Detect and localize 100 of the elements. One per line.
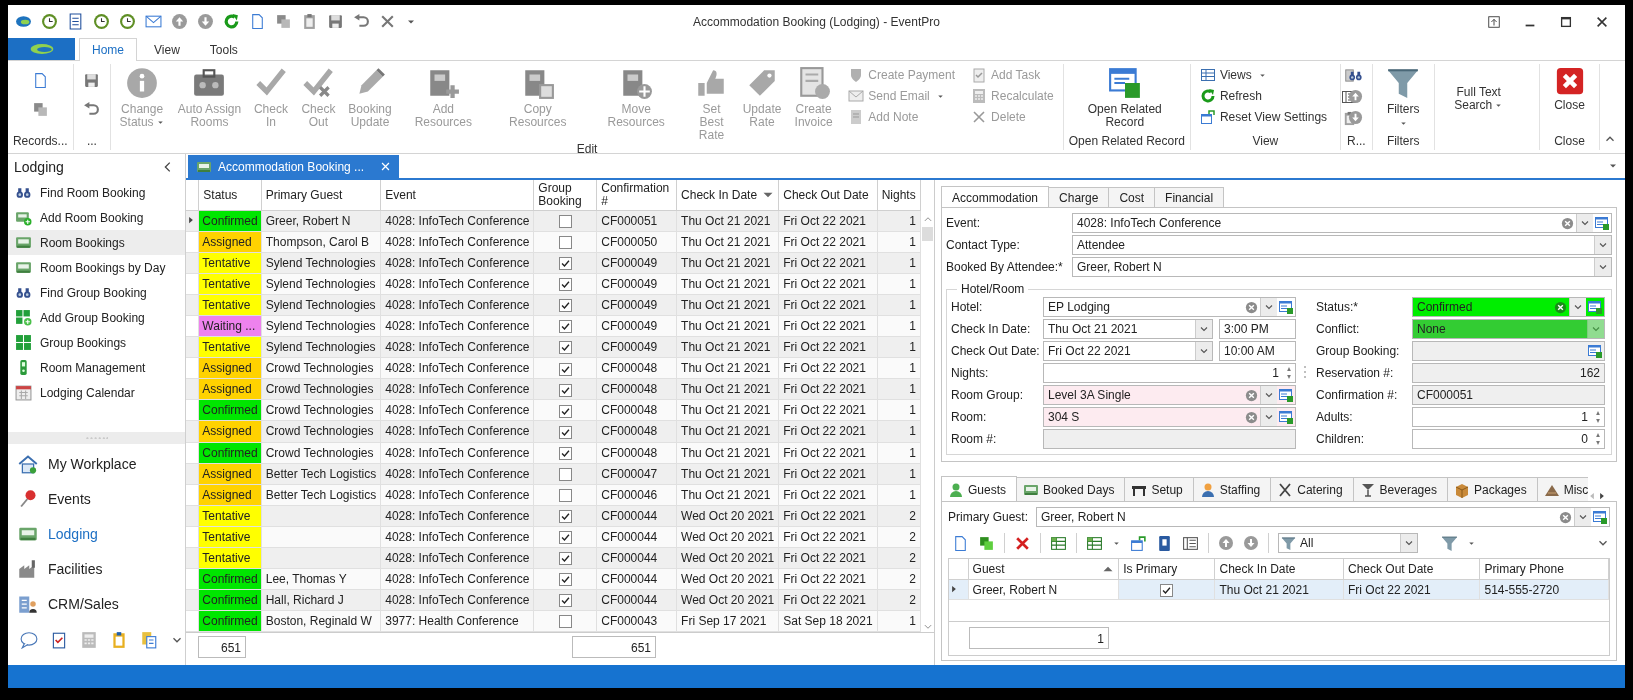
lookup-icon[interactable]	[1278, 409, 1294, 425]
checkbox[interactable]	[558, 467, 572, 481]
checkbox[interactable]	[558, 551, 572, 565]
column-header[interactable]: Check In Date	[676, 180, 779, 211]
column-header[interactable]: Primary Phone	[1480, 559, 1609, 580]
ribbon-button[interactable]: Filters	[1375, 66, 1431, 128]
ribbon-button[interactable]: Full Text Search	[1437, 66, 1520, 132]
logo-icon[interactable]	[15, 13, 32, 30]
copy-icon[interactable]	[978, 534, 995, 552]
tab[interactable]: Setup	[1124, 477, 1194, 501]
tab[interactable]: Packages	[1446, 477, 1538, 501]
clear-icon[interactable]	[1553, 299, 1568, 315]
input-field[interactable]: Greer, Robert N	[1072, 257, 1612, 277]
time-field[interactable]: 10:00 AM	[1219, 341, 1296, 361]
lookup-icon[interactable]	[1587, 299, 1603, 315]
navigation-item[interactable]: Lodging	[8, 516, 185, 551]
ribbon-tab[interactable]: Home	[79, 38, 137, 61]
input-field[interactable]: Greer, Robert N	[1036, 507, 1610, 527]
clear-icon[interactable]	[1558, 509, 1573, 525]
column-header[interactable]: Check Out Date	[1343, 559, 1480, 580]
documents-icon[interactable]	[140, 631, 158, 649]
checkbox[interactable]	[558, 446, 572, 460]
ribbon-button[interactable]: Open Related Record	[1066, 66, 1183, 129]
column-header[interactable]: Status	[198, 180, 262, 211]
input-field[interactable]: EP Lodging	[1043, 297, 1296, 317]
input-field[interactable]: Level 3A Single	[1043, 385, 1296, 405]
undo-icon[interactable]	[353, 13, 370, 30]
ribbon-button[interactable]: Refresh	[1197, 87, 1330, 105]
book-icon[interactable]	[1156, 534, 1173, 552]
application-button[interactable]	[8, 38, 75, 60]
checkbox[interactable]	[558, 278, 572, 292]
clipboard-icon[interactable]	[110, 631, 128, 649]
checkbox[interactable]	[558, 425, 572, 439]
input-field[interactable]: Confirmed	[1412, 297, 1605, 317]
checkbox[interactable]	[558, 257, 572, 271]
tab[interactable]: Misc	[1536, 477, 1589, 501]
checkbox[interactable]	[558, 488, 572, 502]
column-header[interactable]: Check In Date	[1215, 559, 1344, 580]
spin-arrows-icon[interactable]	[1593, 409, 1603, 425]
checkbox[interactable]	[558, 341, 572, 355]
column-header[interactable]: Confirmation #	[596, 180, 677, 211]
cross-icon[interactable]	[379, 13, 396, 30]
refresh-icon[interactable]	[223, 13, 240, 30]
tab[interactable]: Catering	[1270, 477, 1354, 501]
tab[interactable]: Staffing	[1192, 477, 1272, 501]
tab[interactable]: Cost	[1108, 187, 1156, 207]
clock-icon[interactable]	[93, 13, 110, 30]
row-indicator[interactable]	[186, 210, 199, 232]
lookup-icon[interactable]	[1592, 509, 1608, 525]
ribbon-tab[interactable]: View	[141, 38, 193, 60]
sidebar-item[interactable]: Room Bookings by Day	[8, 255, 185, 280]
sidebar-item[interactable]: Add Room Booking	[8, 205, 185, 230]
column-header[interactable]: Check Out Date	[778, 180, 878, 211]
save-icon[interactable]	[83, 72, 101, 89]
input-field[interactable]: 1	[1043, 363, 1296, 383]
navigation-item[interactable]: Facilities	[8, 551, 185, 586]
panel-icon[interactable]	[1182, 534, 1199, 552]
sidebar-item[interactable]: Lodging Calendar	[8, 380, 185, 405]
column-header[interactable]: Primary Guest	[261, 180, 381, 211]
time-field[interactable]: 3:00 PM	[1219, 319, 1296, 339]
checkbox[interactable]	[558, 320, 572, 334]
maximize-icon[interactable]	[1559, 14, 1573, 29]
checkbox[interactable]	[558, 383, 572, 397]
ribbon-tab[interactable]: Tools	[196, 38, 251, 60]
input-field[interactable]: Thu Oct 21 2021	[1043, 319, 1213, 339]
copy-icon[interactable]	[31, 101, 49, 118]
input-field[interactable]: Fri Oct 22 2021	[1043, 341, 1213, 361]
ribbon-button[interactable]: Close	[1543, 66, 1596, 112]
input-field[interactable]: 4028: InfoTech Conference	[1072, 213, 1612, 233]
column-header[interactable]: Is Primary	[1118, 559, 1215, 580]
column-header[interactable]: Group Booking	[533, 180, 597, 211]
spin-arrows-icon[interactable]	[1284, 365, 1294, 381]
clock-icon[interactable]	[119, 13, 136, 30]
sidebar-item[interactable]: Add Group Booking	[8, 305, 185, 330]
spin-arrows-icon[interactable]	[1593, 431, 1603, 447]
clear-icon[interactable]	[1244, 299, 1259, 315]
scroll-thumb[interactable]	[922, 227, 933, 241]
checkbox[interactable]	[558, 404, 572, 418]
close-icon[interactable]	[1595, 14, 1609, 29]
column-header[interactable]: Guest	[968, 559, 1119, 580]
column-header[interactable]: Event	[380, 180, 534, 211]
clear-icon[interactable]	[1244, 387, 1259, 403]
lookup-icon[interactable]	[1594, 215, 1610, 231]
sidebar-item[interactable]: Find Group Booking	[8, 280, 185, 305]
checkbox[interactable]	[558, 594, 572, 608]
document-icon[interactable]	[67, 13, 84, 30]
table-icon[interactable]	[1050, 534, 1067, 552]
clear-icon[interactable]	[1244, 409, 1259, 425]
checkbox[interactable]	[558, 362, 572, 376]
restore-icon[interactable]	[1487, 14, 1501, 29]
navigation-item[interactable]: My Workplace	[8, 446, 185, 481]
clipboard-icon[interactable]	[301, 13, 318, 30]
tab[interactable]: Booked Days	[1016, 477, 1126, 501]
mail-icon[interactable]	[145, 13, 162, 30]
input-field[interactable]: 0	[1412, 429, 1605, 449]
navigation-item[interactable]: CRM/Sales	[8, 586, 185, 621]
chat-icon[interactable]	[20, 631, 38, 649]
document-tab[interactable]: Accommodation Booking ...	[188, 155, 400, 178]
checkbox[interactable]	[1160, 583, 1174, 597]
checkbox[interactable]	[558, 509, 572, 523]
